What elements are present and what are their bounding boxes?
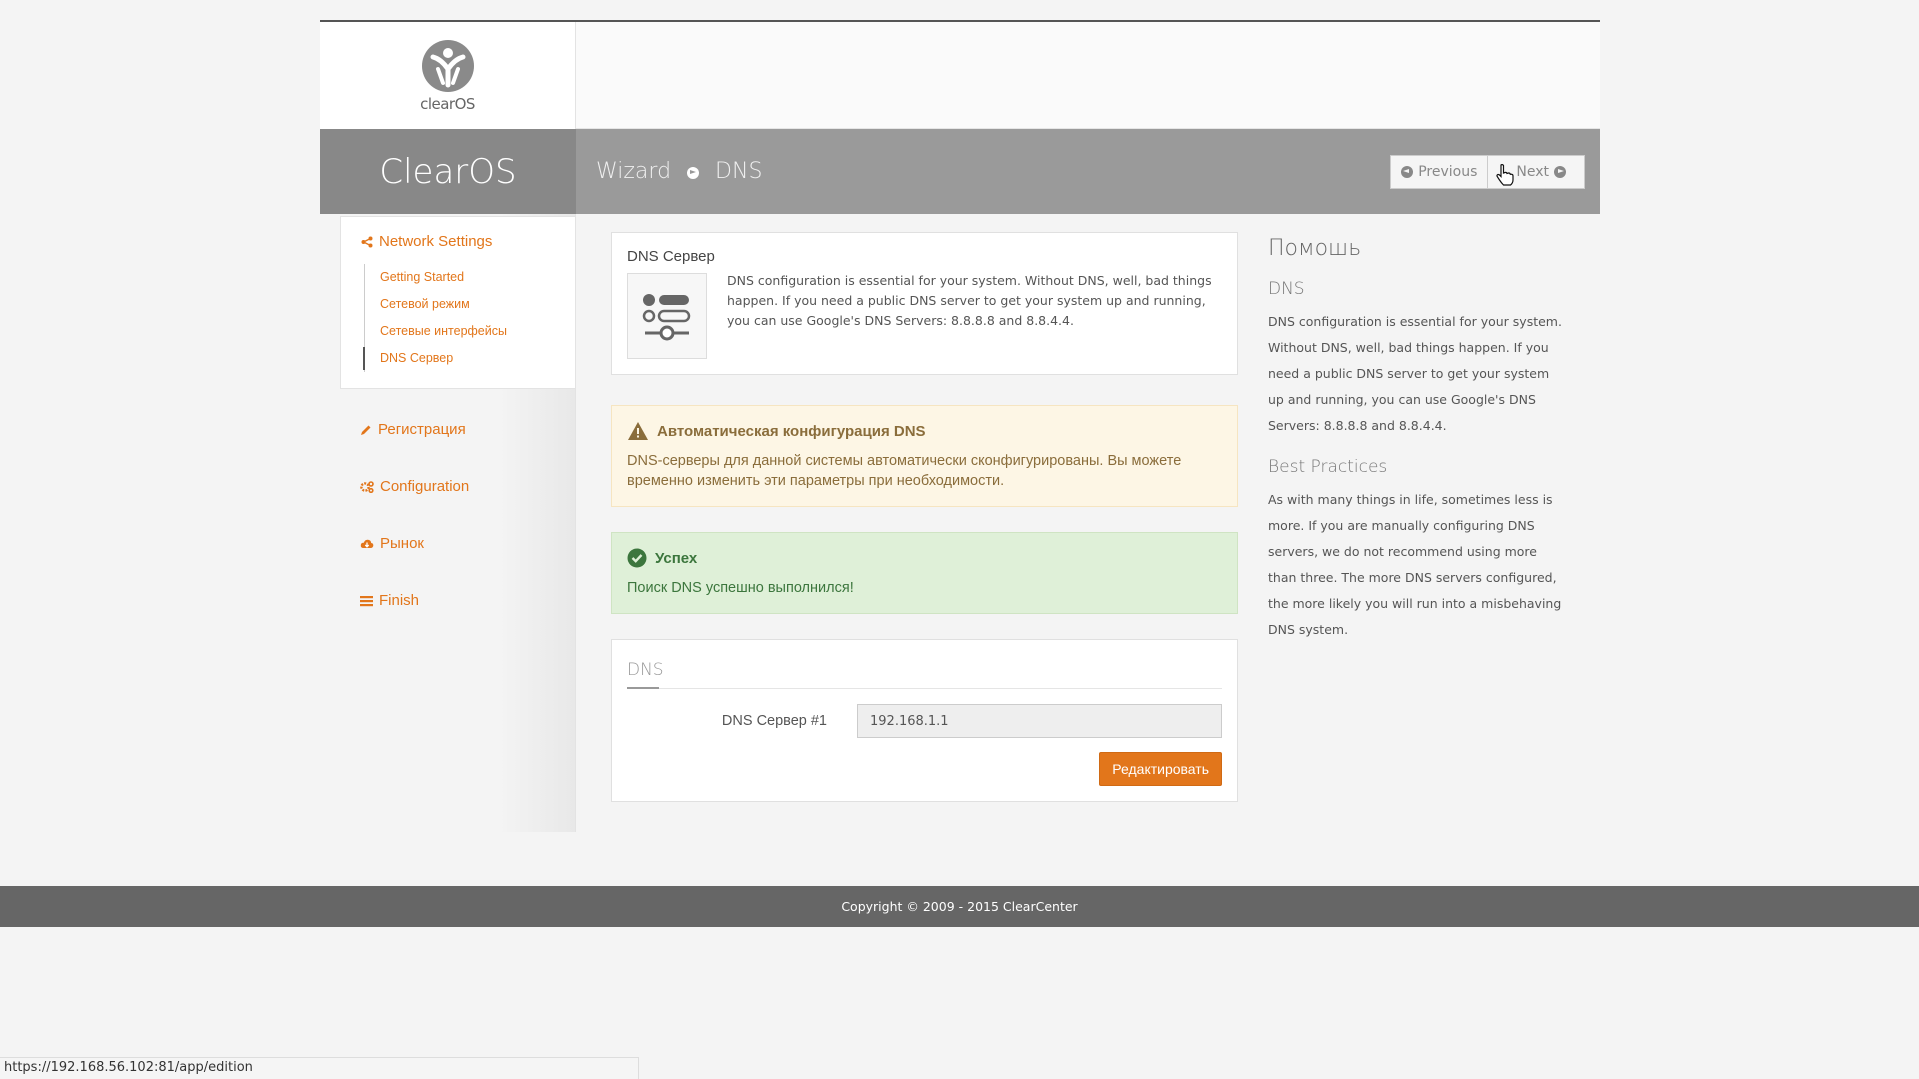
breadcrumb-root[interactable]: Wizard bbox=[596, 159, 671, 184]
arrow-circle-right-icon bbox=[687, 166, 700, 179]
dns-form-legend: DNS bbox=[627, 660, 1222, 689]
logo[interactable]: clearOS bbox=[320, 22, 576, 129]
sidebar-item-label: Рынок bbox=[380, 535, 424, 552]
brand-name: ClearOS bbox=[320, 129, 576, 214]
success-alert: Успех Поиск DNS успешно выполнился! bbox=[611, 532, 1238, 614]
dns-form-panel: DNS DNS Сервер #1 192.168.1.1 Редактиров… bbox=[611, 639, 1238, 802]
sidebar-section-label: Network Settings bbox=[379, 233, 493, 250]
sidebar-item-marketplace[interactable]: Рынок bbox=[320, 515, 575, 572]
check-circle-icon bbox=[627, 548, 647, 568]
sidebar-item-network-mode[interactable]: Сетевой режим bbox=[380, 291, 575, 318]
header-blank bbox=[576, 22, 1600, 129]
arrow-circle-right-icon bbox=[1554, 165, 1566, 178]
main-content: DNS Сервер DNS configuration is essentia… bbox=[611, 214, 1238, 832]
header-top: clearOS bbox=[320, 22, 1600, 129]
help-section-dns-text: DNS configuration is essential for your … bbox=[1268, 314, 1562, 433]
sidebar-item-label: Configuration bbox=[380, 478, 470, 495]
content-area: Network Settings Getting Started Сетевой… bbox=[320, 214, 1600, 832]
info-panel-text: DNS configuration is essential for your … bbox=[727, 273, 1212, 328]
warning-alert: Автоматическая конфигурация DNS DNS-серв… bbox=[611, 405, 1238, 507]
next-label: Next bbox=[1516, 163, 1549, 180]
warning-icon bbox=[628, 422, 648, 440]
footer: Copyright © 2009 - 2015 ClearCenter bbox=[0, 886, 1919, 927]
footer-copyright: Copyright © 2009 - 2015 ClearCenter bbox=[841, 899, 1078, 914]
info-row: DNS configuration is essential for your … bbox=[627, 273, 1222, 359]
warning-alert-body: DNS-серверы для данной системы автоматич… bbox=[627, 453, 1182, 489]
edit-button[interactable]: Редактировать bbox=[1099, 752, 1222, 786]
sidebar-item-registration[interactable]: Регистрация bbox=[320, 401, 575, 458]
success-alert-body: Поиск DNS успешно выполнился! bbox=[627, 580, 854, 596]
pencil-icon bbox=[361, 425, 371, 435]
list-icon bbox=[360, 595, 373, 606]
sidebar: Network Settings Getting Started Сетевой… bbox=[320, 214, 576, 832]
logo-text: clearOS bbox=[420, 94, 475, 113]
app-container: clearOS ClearOS Wizard DNS Previous Next bbox=[320, 20, 1600, 832]
help-section-best-practices-text: As with many things in life, sometimes l… bbox=[1268, 492, 1562, 637]
previous-label: Previous bbox=[1418, 163, 1478, 180]
sidebar-section-network: Network Settings Getting Started Сетевой… bbox=[340, 216, 575, 389]
gears-icon bbox=[360, 480, 374, 493]
sidebar-item-dns-server[interactable]: DNS Сервер bbox=[363, 345, 575, 372]
clearos-logo-icon bbox=[421, 39, 474, 92]
help-section-dns-title: DNS bbox=[1268, 279, 1305, 299]
help-heading: Помошь bbox=[1268, 236, 1362, 261]
breadcrumb-current: DNS bbox=[715, 159, 763, 184]
sidebar-item-configuration[interactable]: Configuration bbox=[320, 458, 575, 515]
sidebar-item-network-settings[interactable]: Network Settings bbox=[361, 233, 575, 250]
info-panel-title: DNS Сервер bbox=[627, 248, 715, 265]
info-panel: DNS Сервер DNS configuration is essentia… bbox=[611, 232, 1238, 375]
sidebar-item-label: Finish bbox=[379, 592, 420, 609]
sidebar-item-finish[interactable]: Finish bbox=[320, 572, 575, 629]
settings-toggles-icon bbox=[627, 273, 707, 359]
cloud-download-icon bbox=[360, 539, 374, 548]
dns-server-1-field: 192.168.1.1 bbox=[857, 704, 1222, 738]
status-bar-url: https://192.168.56.102:81/app/edition bbox=[0, 1057, 639, 1079]
title-bar: ClearOS Wizard DNS Previous Next bbox=[320, 129, 1600, 214]
help-section-best-practices-title: Best Practices bbox=[1268, 457, 1388, 477]
success-alert-title-row: Успех bbox=[627, 548, 1222, 568]
sidebar-item-label: Регистрация bbox=[378, 421, 466, 438]
dns-server-1-row: DNS Сервер #1 192.168.1.1 bbox=[627, 704, 1222, 738]
help-panel: Помошь DNS DNS configuration is essentia… bbox=[1268, 214, 1568, 832]
sidebar-item-network-interfaces[interactable]: Сетевые интерфейсы bbox=[380, 318, 575, 345]
dns-server-1-label: DNS Сервер #1 bbox=[721, 713, 827, 729]
sidebar-sub-list: Getting Started Сетевой режим Сетевые ин… bbox=[363, 264, 575, 372]
sidebar-categories: Регистрация Configuration Рынок Finish bbox=[320, 389, 575, 629]
warning-alert-title-row: Автоматическая конфигурация DNS bbox=[627, 421, 1222, 441]
success-alert-title: Успех bbox=[655, 549, 698, 567]
sidebar-item-getting-started[interactable]: Getting Started bbox=[380, 264, 575, 291]
share-icon bbox=[361, 236, 373, 247]
warning-alert-title: Автоматическая конфигурация DNS bbox=[657, 422, 926, 440]
hand-cursor-icon bbox=[1496, 164, 1514, 186]
previous-button[interactable]: Previous bbox=[1390, 154, 1489, 189]
arrow-circle-left-icon bbox=[1401, 165, 1414, 178]
dns-form-actions: Редактировать bbox=[627, 752, 1222, 786]
breadcrumb: Wizard DNS bbox=[576, 129, 1390, 214]
